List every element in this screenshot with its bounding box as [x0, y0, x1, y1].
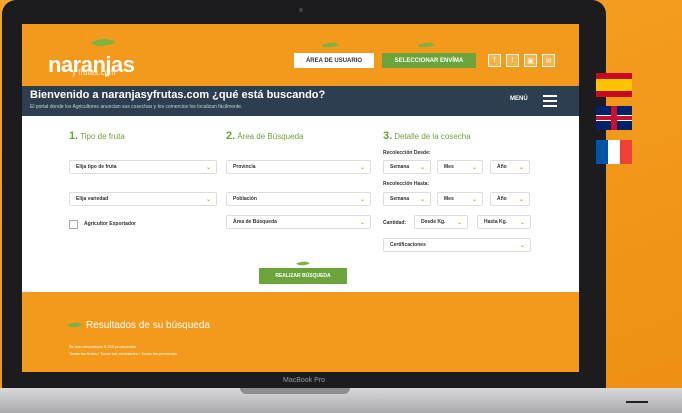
divider [626, 401, 648, 403]
website-screen: naranjas y frutas.com ÁREA DE USUARIO SE… [22, 24, 579, 372]
from-week-select[interactable]: Semana ⌄ [383, 160, 431, 174]
rss-icon[interactable]: ✉ [542, 54, 555, 67]
youtube-icon[interactable]: ▣ [524, 54, 537, 67]
results-title: Resultados de su búsqueda [86, 320, 210, 331]
twitter-icon[interactable]: t [506, 54, 519, 67]
hamburger-icon[interactable] [543, 95, 557, 110]
quantity-label: Cantidad: [383, 220, 407, 226]
select-button[interactable]: SELECCIONAR ENVÍMA [382, 53, 476, 68]
device-label: MacBook Pro [282, 377, 326, 384]
to-month-select[interactable]: Mes ⌄ [437, 192, 483, 206]
results-count: Se han encontrado 3.153 productores [69, 344, 137, 349]
from-year-select[interactable]: Año ⌄ [490, 160, 530, 174]
leaf-icon [321, 39, 339, 51]
laptop-notch [240, 388, 350, 394]
results-breadcrumb[interactable]: Todas las frutas / Todas las variedades … [69, 351, 177, 356]
chevron-down-icon: ⌄ [205, 197, 211, 203]
facebook-icon[interactable]: f [488, 54, 501, 67]
section-2-title: 2. Área de Búsqueda [226, 130, 304, 142]
chevron-down-icon: ⌄ [205, 165, 211, 171]
english-flag-icon[interactable] [596, 106, 632, 130]
from-kg-select[interactable]: Desde Kg. ⌄ [414, 215, 468, 229]
certifications-select[interactable]: Certificaciones ⌄ [383, 238, 531, 252]
from-month-select[interactable]: Mes ⌄ [437, 160, 483, 174]
section-3-title: 3. Detalle de la cosecha [383, 130, 471, 142]
user-area-button[interactable]: ÁREA DE USUARIO [294, 53, 374, 68]
exporter-checkbox[interactable] [69, 220, 78, 229]
search-button[interactable]: REALIZAR BÚSQUEDA [259, 268, 347, 284]
variety-select[interactable]: Elija variedad ⌄ [69, 192, 217, 206]
chevron-down-icon: ⌄ [359, 165, 365, 171]
to-kg-select[interactable]: Hasta Kg. ⌄ [477, 215, 531, 229]
results-section: Resultados de su búsqueda Se han encontr… [22, 292, 579, 372]
harvest-from-label: Recolección Desde: [383, 150, 431, 156]
site-logo-sub: y frutas.com [72, 68, 116, 77]
camera [299, 8, 303, 12]
laptop-frame: naranjas y frutas.com ÁREA DE USUARIO SE… [2, 0, 606, 396]
to-year-select[interactable]: Año ⌄ [490, 192, 530, 206]
menu-label[interactable]: MENÚ [510, 96, 528, 102]
chevron-down-icon: ⌄ [359, 220, 365, 226]
section-1-title: 1. Tipo de fruta [69, 130, 125, 142]
banner-subtitle: El portal donde los Agricultores anuncia… [30, 104, 243, 110]
welcome-banner: Bienvenido a naranjasyfrutas.com ¿qué es… [22, 86, 579, 116]
leaf-icon [91, 34, 115, 51]
banner-title: Bienvenido a naranjasyfrutas.com ¿qué es… [30, 89, 326, 101]
search-area-select[interactable]: Área de Búsqueda ⌄ [226, 215, 371, 229]
fruit-type-select[interactable]: Elija tipo de fruta ⌄ [69, 160, 217, 174]
town-select[interactable]: Población ⌄ [226, 192, 371, 206]
chevron-down-icon: ⌄ [359, 197, 365, 203]
leaf-icon [417, 39, 435, 51]
leaf-icon [296, 259, 310, 268]
french-flag-icon[interactable] [596, 140, 632, 164]
site-header: naranjas y frutas.com ÁREA DE USUARIO SE… [22, 24, 579, 86]
province-select[interactable]: Provincia ⌄ [226, 160, 371, 174]
leaf-icon [67, 319, 83, 331]
to-week-select[interactable]: Semana ⌄ [383, 192, 431, 206]
spanish-flag-icon[interactable] [596, 73, 632, 97]
harvest-to-label: Recolección Hasta: [383, 181, 430, 187]
exporter-label: Agricultor Exportador [84, 221, 136, 227]
